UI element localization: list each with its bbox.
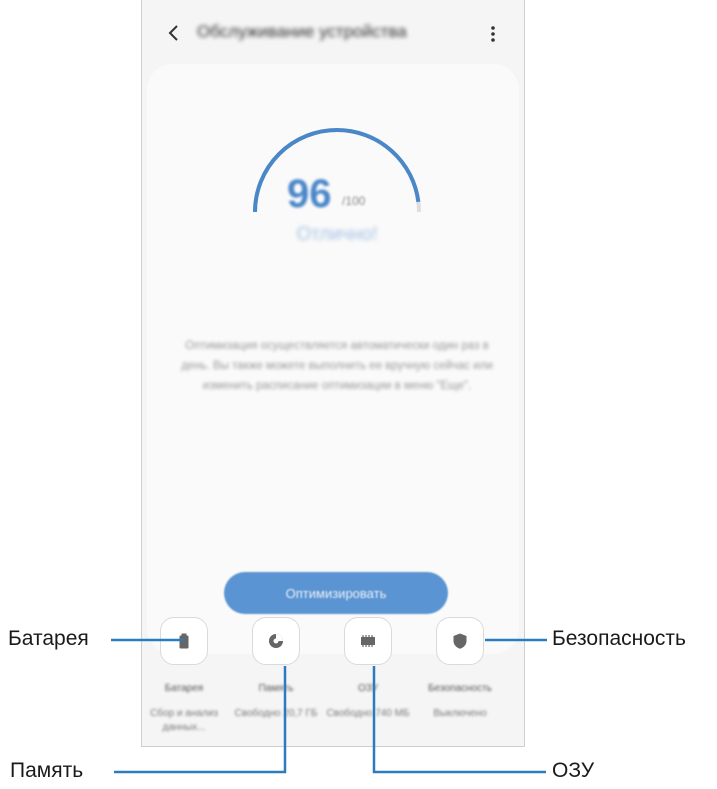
ram-callout-label: ОЗУ: [552, 759, 595, 782]
battery-tile-subtitle: Сбор и анализ данных...: [150, 708, 218, 733]
security-callout-label: Безопасность: [552, 627, 686, 650]
back-arrow-icon[interactable]: [164, 23, 184, 43]
memory-callout-label: Память: [10, 759, 84, 782]
score-value: 96: [287, 172, 332, 216]
battery-callout-label: Батарея: [8, 627, 89, 650]
battery-icon-box[interactable]: [160, 617, 208, 665]
score-gauge: [253, 128, 421, 213]
more-options-icon[interactable]: [488, 24, 498, 44]
security-icon-box[interactable]: [436, 617, 484, 665]
page-title: Обслуживание устройства: [197, 22, 407, 41]
storage-tile-title: Память: [258, 683, 294, 694]
storage-tile-subtitle: Свободно 20,7 ГБ: [234, 708, 318, 719]
app-bar: Обслуживание устройства: [142, 0, 524, 66]
storage-pie-icon: [269, 634, 283, 648]
security-tile-subtitle: Выключено: [433, 708, 487, 719]
shield-icon: [453, 633, 467, 649]
status-label: Отлично!: [296, 224, 378, 245]
storage-icon-box[interactable]: [252, 617, 300, 665]
status-card: 96 /100 Отлично! Оптимизация осуществляе…: [147, 64, 519, 654]
ram-tile-title: ОЗУ: [357, 683, 379, 694]
score-max: /100: [342, 194, 366, 208]
ram-tile-subtitle: Свободно 740 МБ: [326, 708, 410, 719]
optimize-button[interactable]: Оптимизировать: [224, 572, 448, 614]
score-gauge-fill: [253, 128, 421, 213]
memory-chip-icon: [361, 635, 375, 647]
device-care-screen: Обслуживание устройства 96 /100 Отлично!…: [141, 0, 525, 747]
optimization-description: Оптимизация осуществляется автоматически…: [181, 340, 493, 392]
security-tile-title: Безопасность: [428, 683, 492, 694]
battery-tile-title: Батарея: [164, 683, 204, 694]
battery-icon: [179, 633, 189, 649]
ram-icon-box[interactable]: [344, 617, 392, 665]
